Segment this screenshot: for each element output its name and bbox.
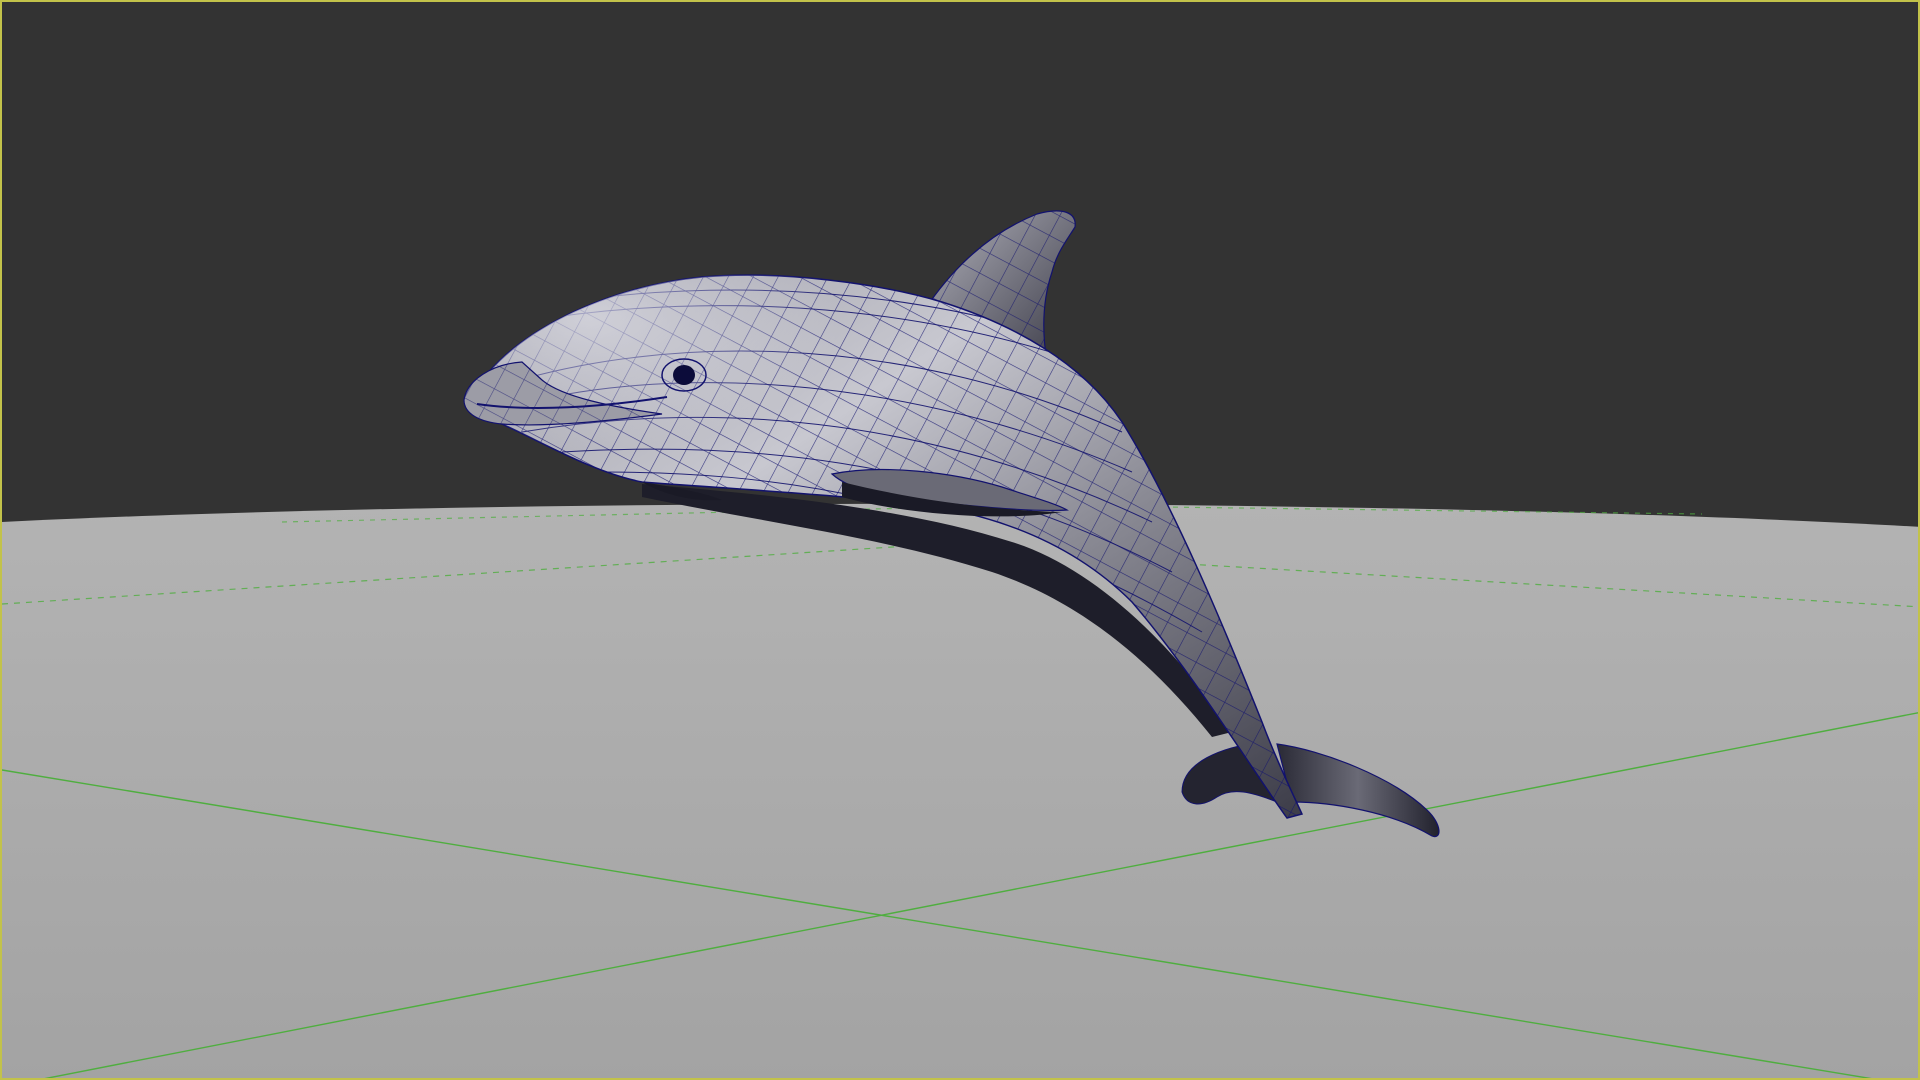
dolphin-eye [673,365,695,385]
viewport-scene[interactable] [2,2,1920,1080]
3d-viewport[interactable]: perspective-viewport [0,0,1920,1080]
